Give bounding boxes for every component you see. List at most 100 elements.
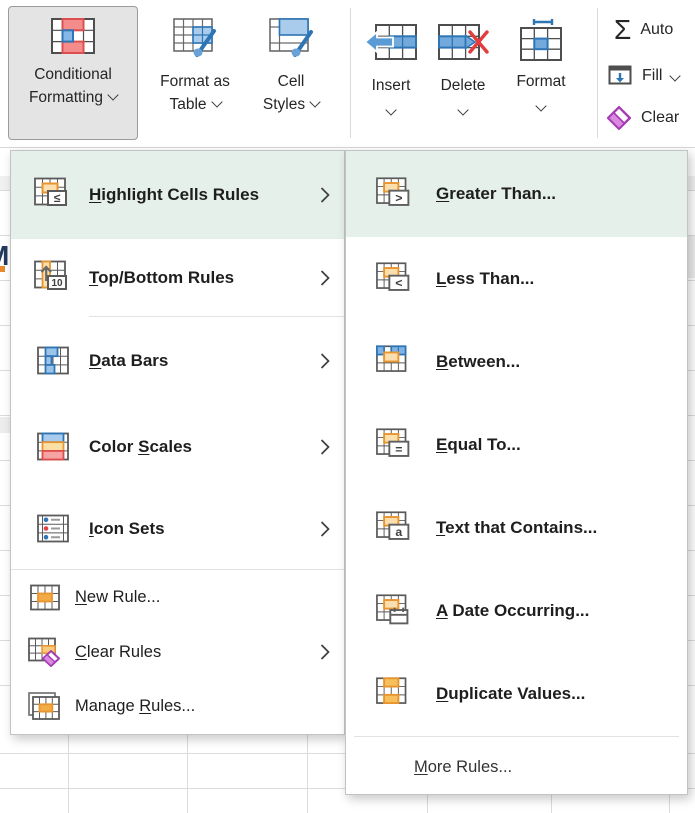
svg-text:>: > [395, 191, 402, 205]
cell-styles-button[interactable]: Cell Styles [248, 6, 334, 117]
chevron-down-icon [107, 90, 118, 101]
manage-rules-icon [27, 692, 63, 722]
menu-item-label: Less Than... [436, 269, 534, 289]
autosum-label: Auto [640, 21, 673, 39]
menu-item-label: Icon Sets [89, 519, 165, 539]
submenu-arrow-icon [320, 187, 330, 204]
insert-button[interactable]: Insert [358, 6, 424, 114]
submenu-arrow-icon [320, 438, 330, 455]
clear-rules-icon [27, 637, 63, 668]
autosum-button[interactable]: Σ Auto [614, 16, 673, 44]
delete-button[interactable]: Delete [428, 6, 498, 114]
chevron-down-icon [670, 70, 681, 81]
submenu-arrow-icon [320, 269, 330, 286]
submenu-item-between[interactable]: Between... [346, 320, 687, 403]
menu-item-new-rule[interactable]: New Rule... [11, 570, 344, 625]
insert-cells-icon [364, 22, 418, 62]
menu-item-manage-rules[interactable]: Manage Rules... [11, 679, 344, 734]
equal-to-icon: = [376, 427, 416, 463]
chevron-down-icon [385, 105, 396, 116]
menu-item-label: New Rule... [75, 588, 160, 607]
top-bottom-rules-icon: 10 [33, 260, 77, 296]
chevron-down-icon [211, 97, 222, 108]
format-as-table-button[interactable]: Format as Table [146, 6, 244, 117]
svg-text:10: 10 [51, 278, 63, 289]
chevron-down-icon [535, 101, 546, 112]
fill-label: Fill [642, 67, 662, 85]
icon-sets-icon [33, 514, 77, 544]
conditional-formatting-icon [50, 16, 96, 56]
svg-text:≤: ≤ [54, 191, 61, 205]
submenu-item-greater-than[interactable]: > Greater Than... [346, 151, 687, 237]
insert-label: Insert [372, 74, 411, 97]
conditional-formatting-menu: ≤ Highlight Cells Rules 10 Top/Botto [10, 150, 345, 735]
menu-item-label: Manage Rules... [75, 697, 195, 716]
duplicate-values-icon [376, 676, 416, 712]
submenu-item-less-than[interactable]: < Less Than... [346, 237, 687, 320]
menu-item-label: Top/Bottom Rules [89, 268, 234, 288]
fill-button[interactable]: Fill [608, 64, 679, 87]
ribbon-group-separator [350, 8, 351, 138]
conditional-formatting-label: Conditional Formatting [29, 63, 117, 110]
submenu-item-equal-to[interactable]: = Equal To... [346, 403, 687, 486]
submenu-item-a-date-occurring[interactable]: A Date Occurring... [346, 569, 687, 652]
ribbon: Conditional Formatting Format as Table [0, 0, 695, 148]
menu-item-highlight-cells-rules[interactable]: ≤ Highlight Cells Rules [11, 151, 344, 239]
clear-button[interactable]: Clear [606, 105, 679, 131]
submenu-arrow-icon [320, 352, 330, 369]
delete-label: Delete [441, 74, 486, 97]
cell-styles-icon [268, 15, 314, 61]
conditional-formatting-button[interactable]: Conditional Formatting [8, 6, 138, 140]
menu-item-label: Equal To... [436, 435, 521, 455]
less-than-icon: < [376, 261, 416, 297]
svg-text:a: a [395, 525, 402, 539]
delete-cells-icon [437, 22, 489, 62]
color-scales-icon [33, 432, 77, 462]
submenu-item-duplicate-values[interactable]: Duplicate Values... [346, 652, 687, 736]
text-that-contains-icon: a [376, 510, 416, 546]
menu-item-label: Duplicate Values... [436, 684, 585, 704]
format-button[interactable]: Format [504, 6, 578, 110]
format-as-table-label: Format as Table [160, 70, 230, 117]
chevron-down-icon [457, 105, 468, 116]
new-rule-icon [27, 584, 63, 611]
format-cells-icon [518, 16, 564, 62]
menu-item-label: Color Scales [89, 437, 192, 457]
chevron-down-icon [309, 97, 320, 108]
worksheet-content-fragment-orange [0, 266, 5, 272]
between-icon [376, 344, 416, 380]
menu-item-label: Greater Than... [436, 184, 556, 204]
menu-item-color-scales[interactable]: Color Scales [11, 404, 344, 489]
data-bars-icon [33, 346, 77, 376]
highlight-cells-rules-icon: ≤ [33, 177, 77, 213]
a-date-occurring-icon [376, 593, 416, 629]
menu-item-icon-sets[interactable]: Icon Sets [11, 489, 344, 569]
menu-item-label: Clear Rules [75, 643, 161, 662]
menu-item-label: Data Bars [89, 351, 168, 371]
excel-window: M Conditional Formatting [0, 0, 695, 813]
fill-down-icon [608, 64, 633, 87]
menu-item-label: More Rules... [414, 758, 512, 777]
highlight-cells-rules-submenu: > Greater Than... < Less Than... [345, 150, 688, 795]
clear-label: Clear [641, 109, 679, 127]
cell-styles-label: Cell Styles [263, 70, 319, 117]
submenu-item-more-rules[interactable]: More Rules... [346, 737, 687, 797]
menu-item-top-bottom-rules[interactable]: 10 Top/Bottom Rules [11, 239, 344, 316]
menu-item-data-bars[interactable]: Data Bars [11, 317, 344, 404]
format-as-table-icon [172, 15, 218, 61]
submenu-arrow-icon [320, 521, 330, 538]
sigma-icon: Σ [614, 16, 631, 44]
menu-item-label: Text that Contains... [436, 518, 597, 538]
submenu-arrow-icon [320, 644, 330, 661]
submenu-item-text-that-contains[interactable]: a Text that Contains... [346, 486, 687, 569]
greater-than-icon: > [376, 176, 416, 212]
menu-item-clear-rules[interactable]: Clear Rules [11, 625, 344, 679]
menu-item-label: Highlight Cells Rules [89, 185, 259, 205]
svg-text:=: = [395, 442, 402, 456]
eraser-icon [606, 105, 632, 131]
svg-text:<: < [395, 276, 402, 290]
format-label: Format [516, 70, 565, 93]
menu-item-label: Between... [436, 352, 520, 372]
ribbon-group-separator [597, 8, 598, 138]
menu-item-label: A Date Occurring... [436, 601, 589, 621]
